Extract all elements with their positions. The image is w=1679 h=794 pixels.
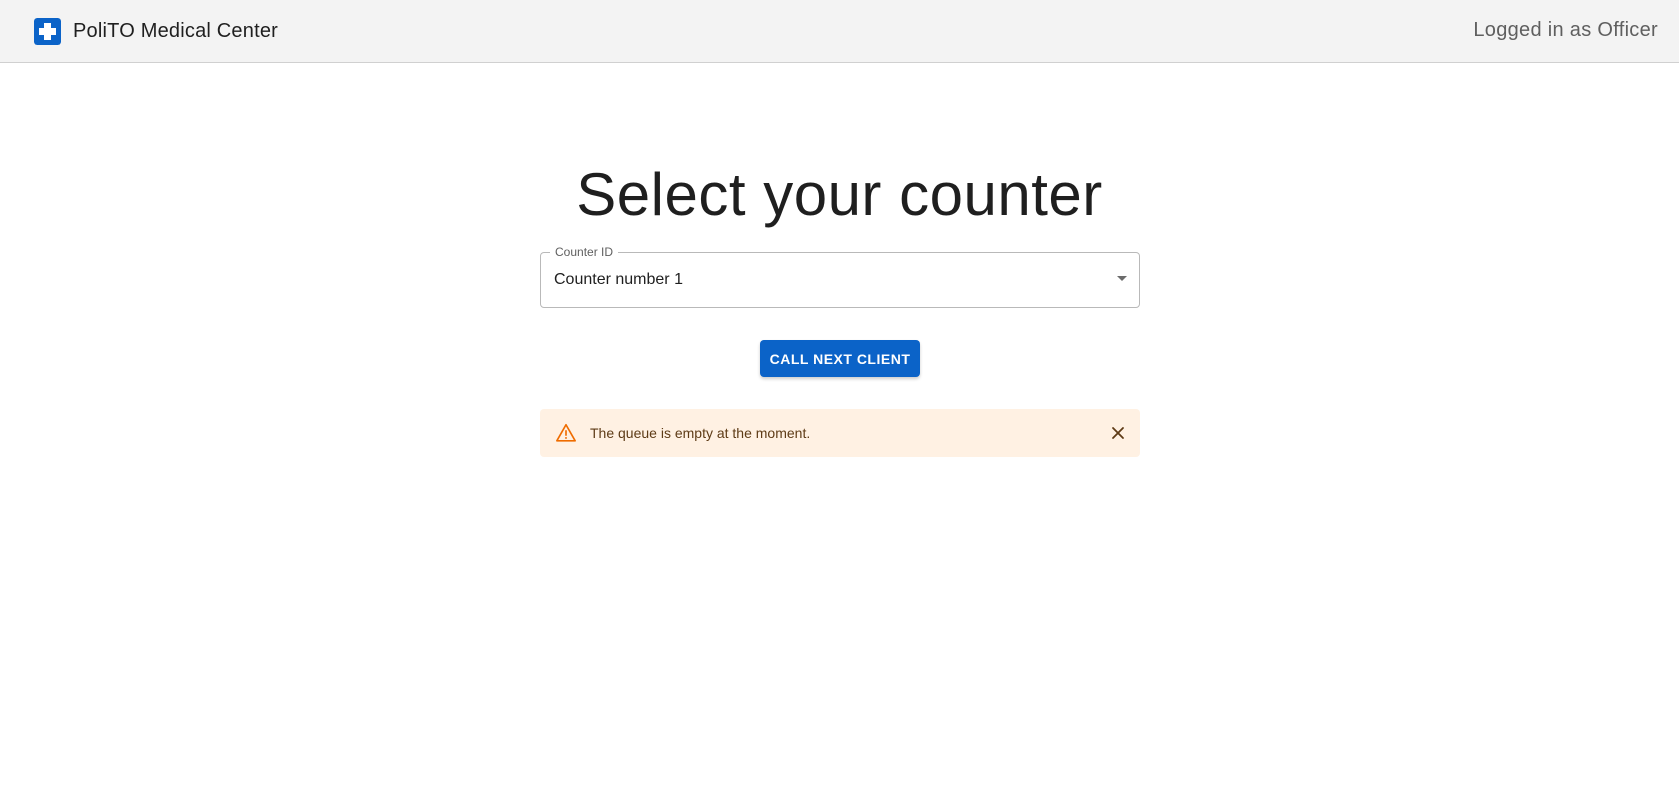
counter-id-label: Counter ID [550, 245, 619, 259]
warning-alert: The queue is empty at the moment. [540, 409, 1140, 457]
medical-cross-icon [34, 18, 61, 45]
alert-message: The queue is empty at the moment. [590, 425, 811, 441]
page-title: Select your counter [576, 161, 1103, 228]
counter-id-select[interactable]: Counter ID Counter number 1 [540, 245, 1140, 308]
close-icon [1112, 427, 1124, 439]
caret-down-icon [1117, 276, 1127, 281]
logged-in-status: Logged in as Officer [1473, 19, 1658, 41]
call-next-client-button[interactable]: CALL NEXT CLIENT [760, 340, 920, 377]
warning-triangle-icon [556, 423, 576, 442]
brand[interactable]: PoliTO Medical Center [34, 18, 278, 45]
top-app-bar: PoliTO Medical Center Logged in as Offic… [0, 0, 1679, 63]
counter-id-value: Counter number 1 [554, 271, 683, 288]
alert-close-button[interactable] [1106, 421, 1130, 445]
brand-name: PoliTO Medical Center [73, 20, 279, 42]
